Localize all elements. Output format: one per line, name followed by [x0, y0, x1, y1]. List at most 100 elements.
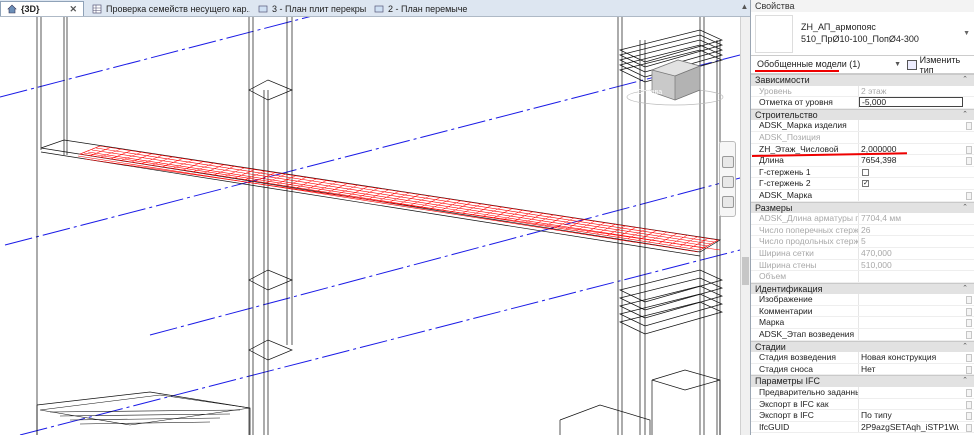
type-name: 510_ПрØ10-100_ПопØ4-300	[801, 34, 919, 44]
collapse-chevron-icon[interactable]: ⌃	[962, 376, 968, 387]
column-divider	[858, 421, 859, 433]
column-divider	[858, 410, 859, 421]
property-value[interactable]: Нет	[861, 364, 959, 375]
property-label: Экспорт в IFC как	[759, 398, 829, 409]
column-divider	[858, 398, 859, 410]
property-value[interactable]: 2P9azgSETAqh_iSTP1WuFl	[861, 422, 959, 433]
property-row: Число продольных стерж... 5	[751, 236, 974, 248]
close-icon[interactable]: ✕	[69, 4, 77, 15]
collapse-chevron-icon[interactable]: ⌃	[962, 203, 968, 214]
section-header[interactable]: Зависимости ⌃	[751, 74, 974, 86]
property-value[interactable]: 7654,398	[861, 155, 959, 166]
section-header[interactable]: Стадии ⌃	[751, 340, 974, 353]
property-label: ADSK_Марка изделия	[759, 120, 847, 131]
property-row: Число поперечных стерж... 26	[751, 224, 974, 237]
steering-wheel-icon[interactable]	[722, 156, 734, 168]
property-input[interactable]: -5,000	[859, 97, 963, 108]
associate-parameter-button[interactable]	[966, 191, 972, 200]
tab-floor-plan-lintels[interactable]: 2 - План перемычек	[368, 1, 468, 16]
property-label: ADSK_Позиция	[759, 131, 821, 142]
property-row: Отметка от уровня -5,000	[751, 97, 974, 109]
tab-3d-view[interactable]: {3D} ✕	[0, 1, 84, 16]
property-label: ADSK_Этап возведения	[759, 329, 855, 340]
edit-type-label: Изменить тип	[919, 54, 961, 75]
property-row: ADSK_Позиция	[751, 131, 974, 144]
chevron-down-icon[interactable]: ▼	[963, 30, 970, 37]
associate-parameter-button[interactable]	[966, 331, 972, 340]
grid-line	[4, 54, 740, 246]
associate-parameter-button[interactable]	[966, 423, 972, 432]
palette-title: Свойства	[751, 0, 974, 12]
zoom-menu-icon[interactable]	[722, 196, 734, 208]
column-divider	[858, 166, 859, 178]
collapse-chevron-icon[interactable]: ⌃	[962, 342, 968, 353]
tab-schedule[interactable]: Проверка семейств несущего кар...	[86, 1, 250, 16]
tab-label: {3D}	[21, 4, 40, 14]
property-label: ADSK_Длина арматуры по ...	[759, 213, 859, 224]
associate-parameter-button[interactable]	[966, 400, 972, 409]
scroll-up-arrow-icon[interactable]: ▲	[740, 2, 749, 15]
zoom-icon[interactable]	[722, 176, 734, 188]
property-value: 26	[861, 224, 871, 235]
tab-label: 3 - План плит перекрытия	[272, 3, 366, 14]
column-divider	[858, 363, 859, 375]
associate-parameter-button[interactable]	[966, 296, 972, 305]
property-value: 2 этаж	[861, 85, 887, 96]
section-header[interactable]: Размеры ⌃	[751, 201, 974, 214]
schedule-icon	[92, 4, 102, 13]
tab-label: Проверка семейств несущего кар...	[106, 3, 250, 14]
section-header[interactable]: Параметры IFC ⌃	[751, 375, 974, 388]
type-selector[interactable]: ZH_АП_армопояс 510_ПрØ10-100_ПопØ4-300 ▼	[751, 12, 974, 56]
property-label: Марка	[759, 317, 785, 328]
column-divider	[858, 294, 859, 305]
property-label: Отметка от уровня	[759, 97, 833, 108]
section-title: Идентификация	[755, 283, 823, 294]
property-value[interactable]: Новая конструкция	[861, 352, 959, 363]
scrollbar-thumb[interactable]	[742, 257, 749, 285]
property-label: Ширина стены	[759, 259, 817, 270]
section-title: Стадии	[755, 341, 786, 352]
column-divider	[858, 155, 859, 166]
associate-parameter-button[interactable]	[966, 412, 972, 421]
filter-row: Обобщенные модели (1) ▼ Изменить тип	[751, 55, 974, 75]
3d-viewport[interactable]: Справа	[0, 17, 740, 435]
property-row: Уровень 2 этаж	[751, 85, 974, 98]
associate-parameter-button[interactable]	[966, 307, 972, 316]
properties-grid: Зависимости ⌃ Уровень 2 этаж Отметка от уров…	[751, 74, 974, 434]
property-row: Экспорт в IFC По типу	[751, 410, 974, 422]
associate-parameter-button[interactable]	[966, 389, 972, 398]
collapse-chevron-icon[interactable]: ⌃	[962, 284, 968, 295]
collapse-chevron-icon[interactable]: ⌃	[962, 110, 968, 121]
viewcube-face-label[interactable]: Справа	[638, 89, 662, 96]
property-row: Стадия сноса Нет	[751, 363, 974, 376]
edit-type-button[interactable]: Изменить тип	[907, 55, 974, 75]
collapse-chevron-icon[interactable]: ⌃	[962, 75, 968, 86]
section-title: Зависимости	[755, 75, 810, 85]
property-label: Экспорт в IFC	[759, 410, 814, 421]
section-header[interactable]: Строительство ⌃	[751, 108, 974, 121]
property-label: ADSK_Марка	[759, 189, 813, 200]
property-label: Стадия сноса	[759, 363, 813, 374]
property-value[interactable]: По типу	[861, 410, 959, 421]
associate-parameter-button[interactable]	[966, 319, 972, 328]
section-header[interactable]: Идентификация ⌃	[751, 282, 974, 295]
model-drawing	[0, 17, 740, 435]
associate-parameter-button[interactable]	[966, 365, 972, 374]
column-divider	[858, 178, 859, 189]
associate-parameter-button[interactable]	[966, 354, 972, 363]
property-label: Объем	[759, 271, 787, 282]
associate-parameter-button[interactable]	[966, 145, 972, 154]
property-value: 7704,4 мм	[861, 213, 902, 224]
associate-parameter-button[interactable]	[966, 157, 972, 166]
grid-line	[0, 17, 311, 98]
property-value: 510,000	[861, 259, 892, 270]
property-checkbox[interactable]	[862, 178, 869, 189]
column-divider	[858, 85, 859, 97]
viewport-scrollbar[interactable]	[740, 17, 750, 435]
property-checkbox[interactable]	[862, 168, 869, 176]
tab-floor-plan-slabs[interactable]: 3 - План плит перекрытия	[252, 1, 366, 16]
property-row: Предварительно заданный...	[751, 387, 974, 399]
associate-parameter-button[interactable]	[966, 122, 972, 131]
section-title: Строительство	[755, 109, 818, 120]
grid-line	[19, 249, 740, 435]
